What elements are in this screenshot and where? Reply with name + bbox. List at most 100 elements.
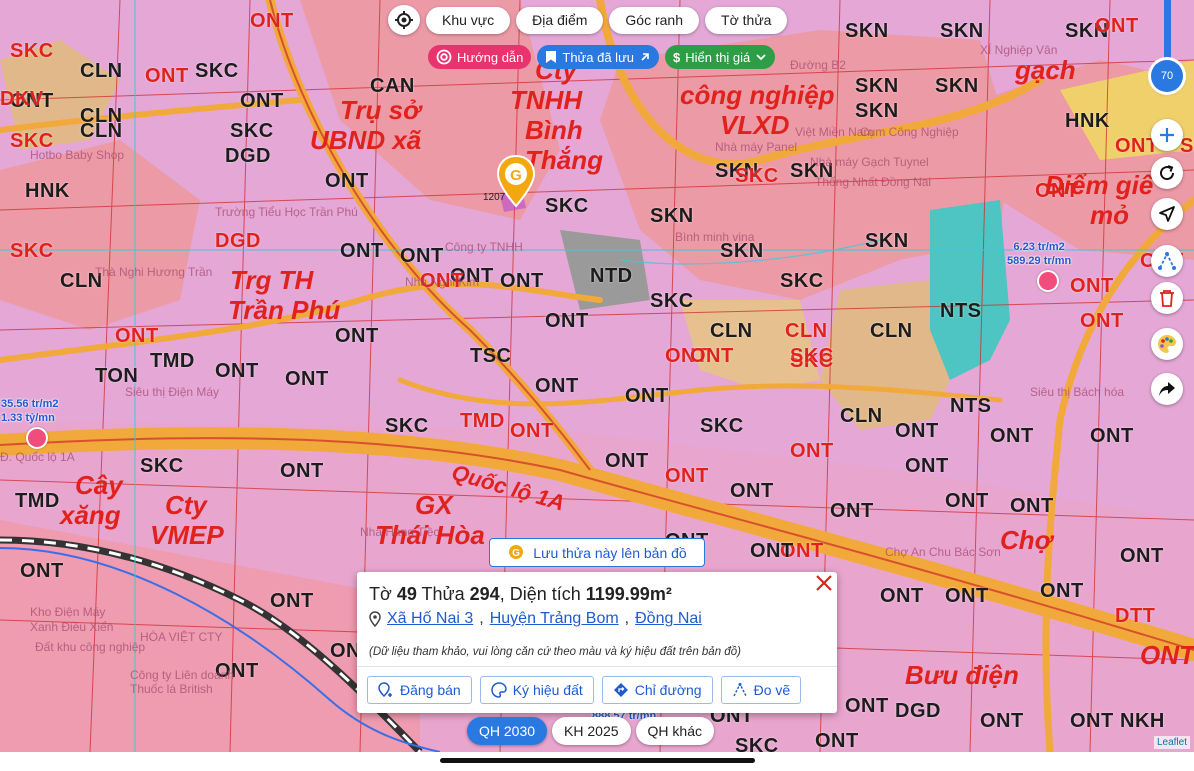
color-legend-button[interactable] [1151,328,1183,360]
zone-label: ONT [750,540,794,562]
price-total: 589.29 tr/mn [1007,255,1072,267]
svg-text:G: G [512,548,520,559]
area-name-label: mỏ [1090,200,1129,230]
area-name-label: Trần Phú [228,295,341,325]
app-root: SKC CLN SKC ONT ONT ONT SKN SKN SKN ONT DKV CLN CAN S… [0,0,1194,771]
zone-label: ONT [1070,710,1114,732]
area-name-label: ONT [1140,640,1194,670]
commune-link[interactable]: Xã Hố Nai 3 [387,610,473,628]
poi-label: Hotbo Baby Shop [30,148,125,162]
poi-label: HÒA VIỆT CTY [140,630,223,644]
close-popup-button[interactable] [813,572,835,594]
filter-tab-place[interactable]: Địa điểm [516,6,604,34]
zone-label: CLN [840,405,883,427]
close-icon [816,575,832,591]
area-name-label: Chợ [1000,525,1053,555]
zone-label: SKC [780,270,824,292]
bookmark-icon [546,51,557,63]
zone-label: ONT [1090,425,1134,447]
zone-label: ONT [340,240,384,262]
zone-label: HNK [1065,110,1110,132]
zone-label: ONT [1040,580,1084,602]
filter-tab-area[interactable]: Khu vực [426,6,511,34]
area-name-label: Bình [525,115,583,145]
measure-tool-button[interactable] [1151,245,1183,277]
price-dot[interactable] [1037,270,1059,292]
poi-label: Bình minh vina [675,230,755,244]
post-sale-label: Đăng bán [400,682,461,698]
tab-kh-2025[interactable]: KH 2025 [552,717,631,745]
area-name-label: Thắng [525,145,603,175]
show-price-dropdown[interactable]: $ Hiển thị giá [665,45,776,69]
plan-tabs: QH 2030 KH 2025 QH khác [467,717,714,745]
zone-label: ONT [945,585,989,607]
chevron-down-icon [756,54,766,61]
tab-qh-other[interactable]: QH khác [635,717,714,745]
poi-label: Đất khu công nghiệp [35,640,146,654]
poi-label: Nhà Hàng Tiệc [360,525,440,539]
palette-icon [1158,334,1177,353]
zone-label: ONT [250,10,294,32]
zone-label: SKC [650,290,694,312]
area-name-label: TNHH [510,85,583,115]
plot-word: Thửa [421,584,465,604]
navigate-button[interactable] [1151,198,1183,230]
delete-button[interactable] [1151,282,1183,314]
poi-label: XÍ Nghiệp Vân [980,43,1058,57]
tab-qh-2030[interactable]: QH 2030 [467,717,548,745]
zone-label: ONT [1095,15,1139,37]
zone-label: CLN [80,120,123,142]
add-location-icon [378,682,392,698]
area-name-label: gạch [1015,55,1076,85]
opacity-slider-knob[interactable]: 70 [1151,60,1183,92]
zone-label: ONT [1080,310,1124,332]
zone-label: ONT [500,270,544,292]
area-name-label: Điểm giê [1045,170,1154,200]
filter-tab-sheet-plot[interactable]: Tờ thửa [705,6,788,34]
parcel-title: Tờ 49 Thửa 294, Diện tích 1199.99m² [369,584,672,605]
zone-label: ONT [400,245,444,267]
zone-label: SKC [10,240,54,262]
poi-label: Xanh Điều Xiển [30,620,114,634]
saved-plots-button[interactable]: Thửa đã lưu [537,45,659,69]
zoom-in-button[interactable] [1151,119,1183,151]
zone-label: ONT [20,560,64,582]
external-link-icon [641,53,649,61]
zone-label: ONT [240,90,284,112]
poi-label: Công ty Liên doanh [130,668,235,682]
land-symbol-label: Ký hiệu đất [512,682,583,698]
opacity-slider-track[interactable] [1164,0,1171,64]
land-symbol-button[interactable]: Ký hiệu đất [479,676,594,704]
poi-label: Đ. Quốc lộ 1A [0,450,75,464]
post-sale-button[interactable]: Đăng bán [367,676,472,704]
poi-label: Siêu thị Bách hóa [1030,385,1125,399]
zone-label: SKN [845,20,889,42]
refresh-button[interactable] [1151,157,1183,189]
zone-label: SKC [140,455,184,477]
leaflet-attribution[interactable]: Leaflet [1153,736,1190,749]
area-name-label: VMEP [150,520,224,550]
price-dot[interactable] [26,427,48,449]
zone-label: SKC [700,415,744,437]
share-button[interactable] [1151,373,1183,405]
locate-button[interactable] [388,5,420,35]
poi-label: Siêu thị Điện Máy [125,385,220,399]
directions-button[interactable]: Chỉ đường [601,676,713,704]
price-label: 35.56 tr/m2 1.33 tỷ/mn [1,397,58,425]
zone-label: HNK [25,180,70,202]
poi-label: Thà Nghi Hương Trần [95,265,213,279]
zone-label: TMD [150,350,195,372]
guide-button[interactable]: Hướng dẫn [428,45,532,69]
save-pin-icon: G [509,544,524,559]
filter-tab-corner[interactable]: Góc ranh [609,6,700,34]
province-link[interactable]: Đồng Nai [635,610,702,628]
sheet-word: Tờ [369,584,392,604]
zone-label: ONT [270,590,314,612]
home-indicator [440,758,755,763]
save-parcel-button[interactable]: G Lưu thửa này lên bản đồ [489,538,705,567]
navigation-arrow-icon [1159,206,1175,222]
district-link[interactable]: Huyện Trảng Bom [490,610,619,628]
zone-label: SKC [735,735,779,752]
plot-number: 294 [469,584,500,604]
measure-draw-button[interactable]: Đo vẽ [720,676,802,704]
